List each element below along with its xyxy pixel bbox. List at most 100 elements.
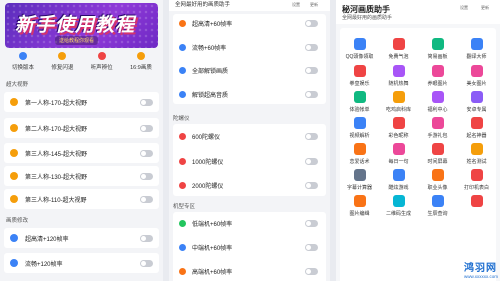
tool-grid-item[interactable]: 起名神器 [457, 117, 496, 139]
update-button[interactable]: 更新 [310, 2, 318, 8]
quality-icon [10, 234, 18, 242]
toggle-switch[interactable] [305, 181, 318, 189]
toggle-switch[interactable] [140, 149, 153, 157]
tool-grid-item[interactable]: 简易画板 [418, 38, 457, 60]
tool-grid-item[interactable]: 二维码生成 [379, 195, 418, 217]
section-title-fov: 超大视野 [6, 82, 29, 88]
tool-grid-item[interactable]: 吃鸡启科库 [379, 91, 418, 113]
option-label: 流畅+60帧率 [192, 45, 227, 52]
settings-button[interactable]: 设置 [292, 2, 300, 8]
tool-icon [470, 169, 483, 181]
option-row[interactable]: 2000陀螺仪 [179, 181, 318, 190]
tool-label: 起名神器 [466, 133, 487, 139]
option-row[interactable]: 流畅+120帧率 [4, 253, 159, 273]
toggle-switch[interactable] [140, 98, 153, 106]
tool-label: 生辰查询 [427, 211, 448, 217]
option-row[interactable]: 解锁超高音质 [179, 90, 318, 99]
tutorial-banner[interactable]: 新手使用教程 送给教程你观看 [5, 3, 158, 48]
tool-grid-item[interactable]: 打印机表白 [457, 169, 496, 191]
low-end-icon [179, 219, 186, 227]
option-row[interactable]: 第二人称-170-超大视野 [4, 118, 159, 138]
tool-grid-item[interactable]: 随机热舞 [379, 65, 418, 87]
tool-grid-item[interactable]: 安卓专属 [457, 91, 496, 113]
quick-action-aspect-ratio[interactable]: 16:9画质 [122, 52, 160, 76]
tool-grid-item[interactable]: 字幕计算器 [340, 169, 379, 191]
option-row[interactable]: 第三人称-130-超大视野 [4, 166, 159, 186]
tool-icon [470, 195, 483, 207]
tool-label: 每日一句 [388, 159, 409, 165]
tool-grid-item[interactable]: 姓名测试 [457, 143, 496, 165]
tool-grid-item[interactable]: 每日一句 [379, 143, 418, 165]
option-row[interactable]: 超高清+120帧率 [4, 228, 159, 248]
tool-grid-item[interactable]: 免費气泡 [379, 38, 418, 60]
tool-grid-item[interactable]: 职业头像 [418, 169, 457, 191]
option-row[interactable]: 流畅+60帧率 [179, 43, 318, 52]
option-row[interactable]: 低端机+60帧率 [179, 219, 318, 228]
toggle-switch[interactable] [305, 267, 318, 275]
header-title: 全网最好用的画质助手 [175, 2, 231, 8]
option-row[interactable]: 中端机+60帧率 [179, 243, 318, 252]
tool-label: 酷炫游戏 [388, 185, 409, 191]
fix-crash-icon [58, 52, 67, 60]
tool-grid-item[interactable]: 时间屏幕 [418, 143, 457, 165]
toggle-switch[interactable] [140, 234, 153, 242]
option-label: 高端机+60帧率 [192, 269, 233, 276]
tool-grid-item[interactable]: 福利中心 [418, 91, 457, 113]
option-label: 第二人称-170-超大视野 [25, 126, 88, 133]
quick-action-sound-position[interactable]: 听声辨位 [83, 52, 121, 76]
option-row[interactable]: 600陀螺仪 [179, 132, 318, 141]
toggle-switch[interactable] [305, 19, 318, 27]
tool-grid-item[interactable]: 视频解析 [340, 117, 379, 139]
tool-grid-item[interactable]: 翻译大师 [457, 38, 496, 60]
tool-grid-item[interactable]: 恋爱话术 [340, 143, 379, 165]
toggle-switch[interactable] [305, 66, 318, 74]
toggle-switch[interactable] [305, 219, 318, 227]
tool-label: 字幕计算器 [346, 185, 372, 191]
fov-icon [10, 172, 18, 180]
tool-icon [353, 169, 366, 181]
tool-grid-item[interactable] [457, 195, 496, 210]
quick-action-fix-crash[interactable]: 修复闪退 [43, 52, 81, 76]
toggle-switch[interactable] [305, 243, 318, 251]
fov-icon [10, 195, 18, 203]
tool-grid-item[interactable]: 拳皇娱乐 [340, 65, 379, 87]
toggle-switch[interactable] [140, 124, 153, 132]
toggle-switch[interactable] [140, 172, 153, 180]
unlock-icon [179, 66, 186, 74]
tool-grid-item[interactable]: 体验帐单 [340, 91, 379, 113]
tool-icon [470, 38, 483, 50]
toggle-switch[interactable] [140, 195, 153, 203]
toggle-switch[interactable] [305, 157, 318, 165]
smooth-icon [179, 43, 186, 51]
quick-action-switch-version[interactable]: 切换版本 [4, 52, 42, 76]
option-row[interactable]: 第三人称-145-超大视野 [4, 143, 159, 163]
tool-label: 福利中心 [427, 107, 448, 113]
tool-grid-item[interactable]: 彩色昵称 [379, 117, 418, 139]
tool-grid-item[interactable]: 美女图片 [457, 65, 496, 87]
tool-grid-item[interactable]: 生辰查询 [418, 195, 457, 217]
option-row[interactable]: 超高清+60帧率 [179, 19, 318, 28]
tool-grid-item[interactable]: 酷炫游戏 [379, 169, 418, 191]
tool-icon [431, 65, 444, 77]
settings-button[interactable]: 设置 [460, 5, 468, 11]
option-row[interactable]: 第一人称-170-超大视野 [4, 92, 159, 112]
toggle-switch[interactable] [305, 43, 318, 51]
toggle-switch[interactable] [305, 90, 318, 98]
tool-grid-item[interactable]: QQ頭像領取 [340, 38, 379, 60]
tool-icon [431, 91, 444, 103]
option-row[interactable]: 第三人称-110-超大视野 [4, 189, 159, 209]
option-row[interactable]: 全部解锁画质 [179, 66, 318, 75]
toggle-switch[interactable] [305, 132, 318, 140]
tool-label: 体验帐单 [349, 107, 370, 113]
option-row[interactable]: 1000陀螺仪 [179, 157, 318, 166]
update-button[interactable]: 更新 [481, 5, 489, 11]
tool-grid: QQ頭像領取 免費气泡 简易画板 翻译大师拳皇娱乐 随机热舞 养眼图片 美女图片体验帐单 吃鸡… [340, 28, 496, 281]
sound-position-icon [97, 52, 106, 60]
tool-grid-item[interactable]: 手游礼包 [418, 117, 457, 139]
tool-grid-item[interactable]: 图片编缉 [340, 195, 379, 217]
option-row[interactable]: 高端机+60帧率 [179, 267, 318, 276]
toggle-switch[interactable] [140, 259, 153, 267]
high-end-icon [179, 267, 186, 275]
tool-label: 职业头像 [427, 185, 448, 191]
tool-grid-item[interactable]: 养眼图片 [418, 65, 457, 87]
